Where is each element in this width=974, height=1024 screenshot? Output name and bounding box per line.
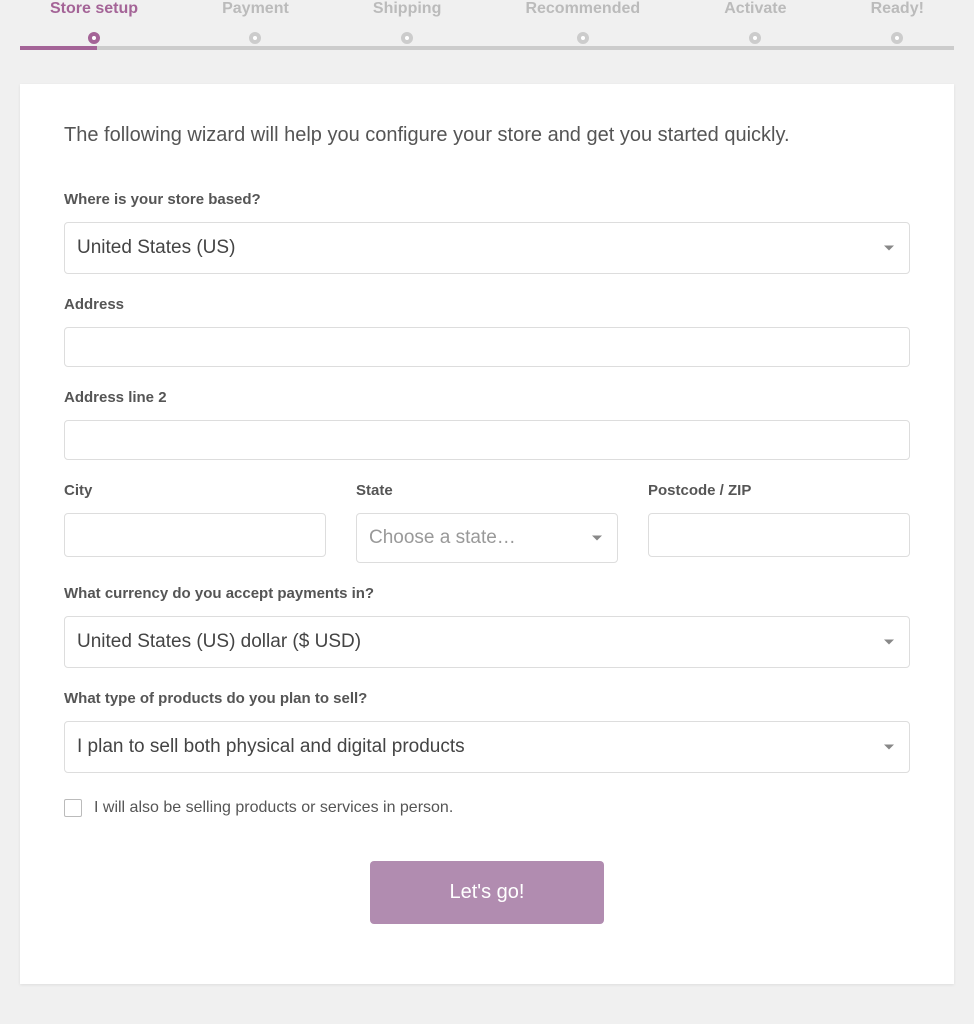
chevron-down-icon: [884, 640, 894, 645]
product-type-select[interactable]: I plan to sell both physical and digital…: [64, 721, 910, 773]
field-address2: Address line 2: [64, 389, 910, 460]
currency-label: What currency do you accept payments in?: [64, 585, 910, 602]
sell-in-person-checkbox[interactable]: [64, 799, 82, 817]
step-ready[interactable]: Ready!: [871, 0, 924, 54]
state-placeholder: Choose a state…: [369, 527, 516, 549]
city-label: City: [64, 482, 326, 499]
step-label: Shipping: [373, 0, 441, 18]
address-input[interactable]: [64, 327, 910, 367]
step-shipping[interactable]: Shipping: [373, 0, 441, 54]
chevron-down-icon: [884, 246, 894, 251]
address2-input[interactable]: [64, 420, 910, 460]
step-store-setup[interactable]: Store setup: [50, 0, 138, 54]
sell-in-person-label: I will also be selling products or servi…: [94, 799, 453, 817]
postcode-input[interactable]: [648, 513, 910, 557]
wizard-container: Store setup Payment Shipping Recommended…: [0, 0, 974, 984]
field-address: Address: [64, 296, 910, 367]
field-store-location: Where is your store based? United States…: [64, 191, 910, 274]
step-label: Recommended: [525, 0, 640, 18]
wizard-card: The following wizard will help you confi…: [20, 84, 954, 984]
postcode-label: Postcode / ZIP: [648, 482, 910, 499]
stepper: Store setup Payment Shipping Recommended…: [0, 0, 974, 54]
step-label: Ready!: [871, 0, 924, 18]
field-postcode: Postcode / ZIP: [648, 482, 910, 563]
lets-go-button[interactable]: Let's go!: [370, 861, 605, 924]
step-label: Payment: [222, 0, 289, 18]
chevron-down-icon: [884, 745, 894, 750]
product-type-value: I plan to sell both physical and digital…: [77, 736, 465, 758]
product-type-label: What type of products do you plan to sel…: [64, 690, 910, 707]
address2-label: Address line 2: [64, 389, 910, 406]
step-dot-icon: [88, 32, 100, 44]
state-select[interactable]: Choose a state…: [356, 513, 618, 563]
step-dot-icon: [891, 32, 903, 44]
store-location-value: United States (US): [77, 237, 235, 259]
field-city: City: [64, 482, 326, 563]
field-row-location: City State Choose a state… Postcode / ZI…: [64, 482, 910, 563]
step-payment[interactable]: Payment: [222, 0, 289, 54]
field-currency: What currency do you accept payments in?…: [64, 585, 910, 668]
state-label: State: [356, 482, 618, 499]
currency-select[interactable]: United States (US) dollar ($ USD): [64, 616, 910, 668]
field-state: State Choose a state…: [356, 482, 618, 563]
step-label: Activate: [724, 0, 786, 18]
step-label: Store setup: [50, 0, 138, 18]
step-dot-icon: [577, 32, 589, 44]
city-input[interactable]: [64, 513, 326, 557]
step-dot-icon: [749, 32, 761, 44]
chevron-down-icon: [592, 536, 602, 541]
store-location-select[interactable]: United States (US): [64, 222, 910, 274]
field-sell-in-person: I will also be selling products or servi…: [64, 799, 910, 817]
store-location-label: Where is your store based?: [64, 191, 910, 208]
step-dot-icon: [249, 32, 261, 44]
field-product-type: What type of products do you plan to sel…: [64, 690, 910, 773]
step-recommended[interactable]: Recommended: [525, 0, 640, 54]
currency-value: United States (US) dollar ($ USD): [77, 631, 361, 653]
step-dot-icon: [401, 32, 413, 44]
intro-text: The following wizard will help you confi…: [64, 124, 910, 147]
step-activate[interactable]: Activate: [724, 0, 786, 54]
button-row: Let's go!: [64, 861, 910, 924]
address-label: Address: [64, 296, 910, 313]
stepper-track: [20, 46, 954, 50]
